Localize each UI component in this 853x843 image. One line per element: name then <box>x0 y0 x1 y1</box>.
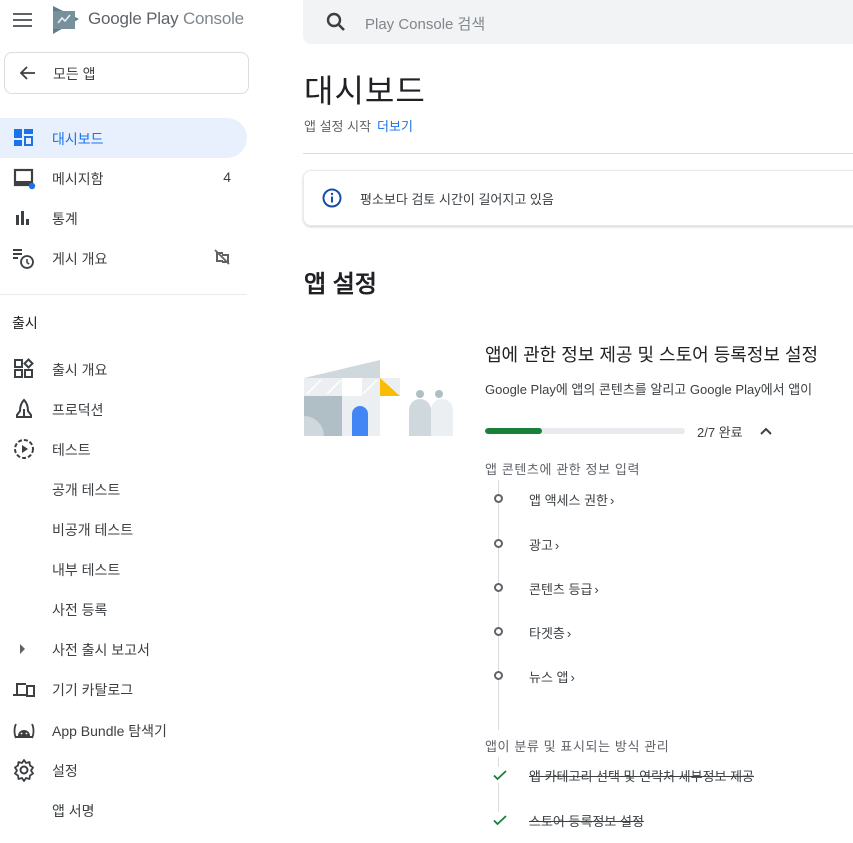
timeline-line <box>498 480 499 730</box>
timeline-line <box>498 757 499 817</box>
sidebar-item-label: 사전 출시 보고서 <box>52 642 150 658</box>
setup-progress-bar <box>485 428 685 434</box>
expand-caret-icon[interactable] <box>20 644 25 654</box>
step-label: 광고 › <box>529 538 560 553</box>
sync-disabled-icon[interactable] <box>213 248 231 266</box>
devices-icon <box>13 683 35 697</box>
step-label: 콘텐츠 등급 › <box>529 582 599 597</box>
search-bar[interactable]: Play Console 검색 <box>303 0 853 44</box>
play-console-logo-icon <box>53 6 79 34</box>
sidebar-item-inbox[interactable]: 메시지함 4 <box>0 158 247 198</box>
sidebar-item-pre-launch-report[interactable]: 사전 출시 보고서 <box>0 629 247 669</box>
review-notice-banner: 평소보다 검토 시간이 길어지고 있음 <box>303 170 853 226</box>
group-label-app-content: 앱 콘텐츠에 관한 정보 입력 <box>485 462 641 477</box>
sidebar-item-label: 내부 테스트 <box>52 562 121 578</box>
sidebar-item-label: 통계 <box>52 211 78 227</box>
search-placeholder: Play Console 검색 <box>365 16 486 33</box>
sidebar-item-label: 비공개 테스트 <box>52 522 134 538</box>
sidebar-item-statistics[interactable]: 통계 <box>0 198 247 238</box>
pending-dot-icon <box>494 539 503 548</box>
check-icon <box>492 767 508 783</box>
search-icon <box>326 12 345 31</box>
sidebar: Google Play Console 모든 앱 대시보드 메시지함 4 통계 <box>0 0 250 843</box>
store-illustration-icon <box>304 360 453 436</box>
sidebar-divider <box>0 294 247 295</box>
sidebar-item-publishing-overview[interactable]: 게시 개요 <box>0 238 247 278</box>
sidebar-item-dashboard[interactable]: 대시보드 <box>0 118 247 158</box>
sidebar-item-testing[interactable]: 테스트 <box>0 429 247 469</box>
brand-name: Google Play Console <box>88 9 244 29</box>
bar-chart-icon <box>16 211 29 225</box>
pending-dot-icon <box>494 583 503 592</box>
testing-icon <box>14 439 34 459</box>
more-link[interactable]: 더보기 <box>377 119 413 134</box>
chevron-right-icon: › <box>609 493 615 508</box>
all-apps-label: 모든 앱 <box>53 66 96 82</box>
sidebar-item-label: 설정 <box>52 763 78 779</box>
step-label: 앱 카테고리 선택 및 연락처 세부정보 제공 <box>529 769 754 784</box>
chevron-up-icon[interactable] <box>758 423 774 439</box>
release-section-title: 출시 <box>12 315 38 331</box>
brand-secondary: Console <box>182 9 244 28</box>
step-label: 뉴스 앱 › <box>529 670 575 685</box>
sidebar-item-label: 게시 개요 <box>52 251 108 267</box>
header-divider <box>303 153 853 154</box>
top-bar: Google Play Console <box>0 0 300 40</box>
task-description: Google Play에 앱의 콘텐츠를 알리고 Google Play에서 앱… <box>485 382 813 397</box>
page-subtitle: 앱 설정 시작 더보기 <box>304 116 413 135</box>
sidebar-item-closed-testing[interactable]: 비공개 테스트 <box>0 509 247 549</box>
sidebar-item-app-signing[interactable]: 앱 서명 <box>0 790 247 830</box>
sidebar-item-label: 출시 개요 <box>52 362 108 378</box>
sidebar-item-production[interactable]: 프로덕션 <box>0 389 247 429</box>
menu-button[interactable] <box>12 9 34 31</box>
brand-primary: Google Play <box>88 9 179 28</box>
inbox-icon <box>13 168 36 190</box>
sidebar-item-label: 메시지함 <box>52 171 104 187</box>
section-heading: 앱 설정 <box>304 271 377 298</box>
dashboard-icon <box>14 129 33 146</box>
step-label: 앱 액세스 권한 › <box>529 493 615 508</box>
sidebar-item-device-catalog[interactable]: 기기 카탈로그 <box>0 669 247 709</box>
sidebar-item-label: 공개 테스트 <box>52 482 121 498</box>
sidebar-item-label: 기기 카탈로그 <box>52 682 134 698</box>
pending-dot-icon <box>494 671 503 680</box>
chevron-right-icon: › <box>554 538 560 553</box>
sidebar-item-settings[interactable]: 설정 <box>0 750 247 790</box>
sidebar-item-label: 사전 등록 <box>52 602 108 618</box>
release-overview-icon <box>14 358 34 378</box>
production-icon <box>16 398 32 418</box>
sidebar-item-app-bundle-explorer[interactable]: App Bundle 탐색기 <box>0 710 247 750</box>
sidebar-item-label: 대시보드 <box>52 131 104 147</box>
subtitle-text: 앱 설정 시작 <box>304 119 372 134</box>
sidebar-item-pre-registration[interactable]: 사전 등록 <box>0 589 247 629</box>
step-label: 스토어 등록정보 설정 <box>529 814 644 829</box>
page-title: 대시보드 <box>304 73 426 109</box>
pending-dot-icon <box>494 494 503 503</box>
sidebar-item-label: 테스트 <box>52 442 91 458</box>
info-icon <box>322 188 342 208</box>
settings-icon <box>14 759 34 782</box>
publishing-overview-icon <box>13 249 34 269</box>
progress-fill <box>485 428 543 434</box>
group-label-store-presence: 앱이 분류 및 표시되는 방식 관리 <box>485 739 670 754</box>
chevron-right-icon: › <box>566 626 572 641</box>
android-icon <box>13 723 35 739</box>
sidebar-item-label: 앱 서명 <box>52 803 95 819</box>
all-apps-button[interactable]: 모든 앱 <box>4 52 249 94</box>
sidebar-item-label: App Bundle 탐색기 <box>52 723 167 739</box>
sidebar-item-open-testing[interactable]: 공개 테스트 <box>0 469 247 509</box>
pending-dot-icon <box>494 627 503 636</box>
sidebar-item-label: 프로덕션 <box>52 402 104 418</box>
step-label: 타겟층 › <box>529 626 572 641</box>
arrow-back-icon <box>19 66 35 80</box>
chevron-right-icon: › <box>570 670 575 685</box>
sidebar-item-internal-testing[interactable]: 내부 테스트 <box>0 549 247 589</box>
notice-text: 평소보다 검토 시간이 길어지고 있음 <box>360 192 554 207</box>
progress-label: 2/7 완료 <box>697 425 743 440</box>
check-icon <box>492 812 508 828</box>
inbox-count-badge: 4 <box>223 169 231 185</box>
sidebar-item-release-overview[interactable]: 출시 개요 <box>0 349 247 389</box>
task-title: 앱에 관한 정보 제공 및 스토어 등록정보 설정 <box>485 345 819 365</box>
chevron-right-icon: › <box>594 582 599 597</box>
